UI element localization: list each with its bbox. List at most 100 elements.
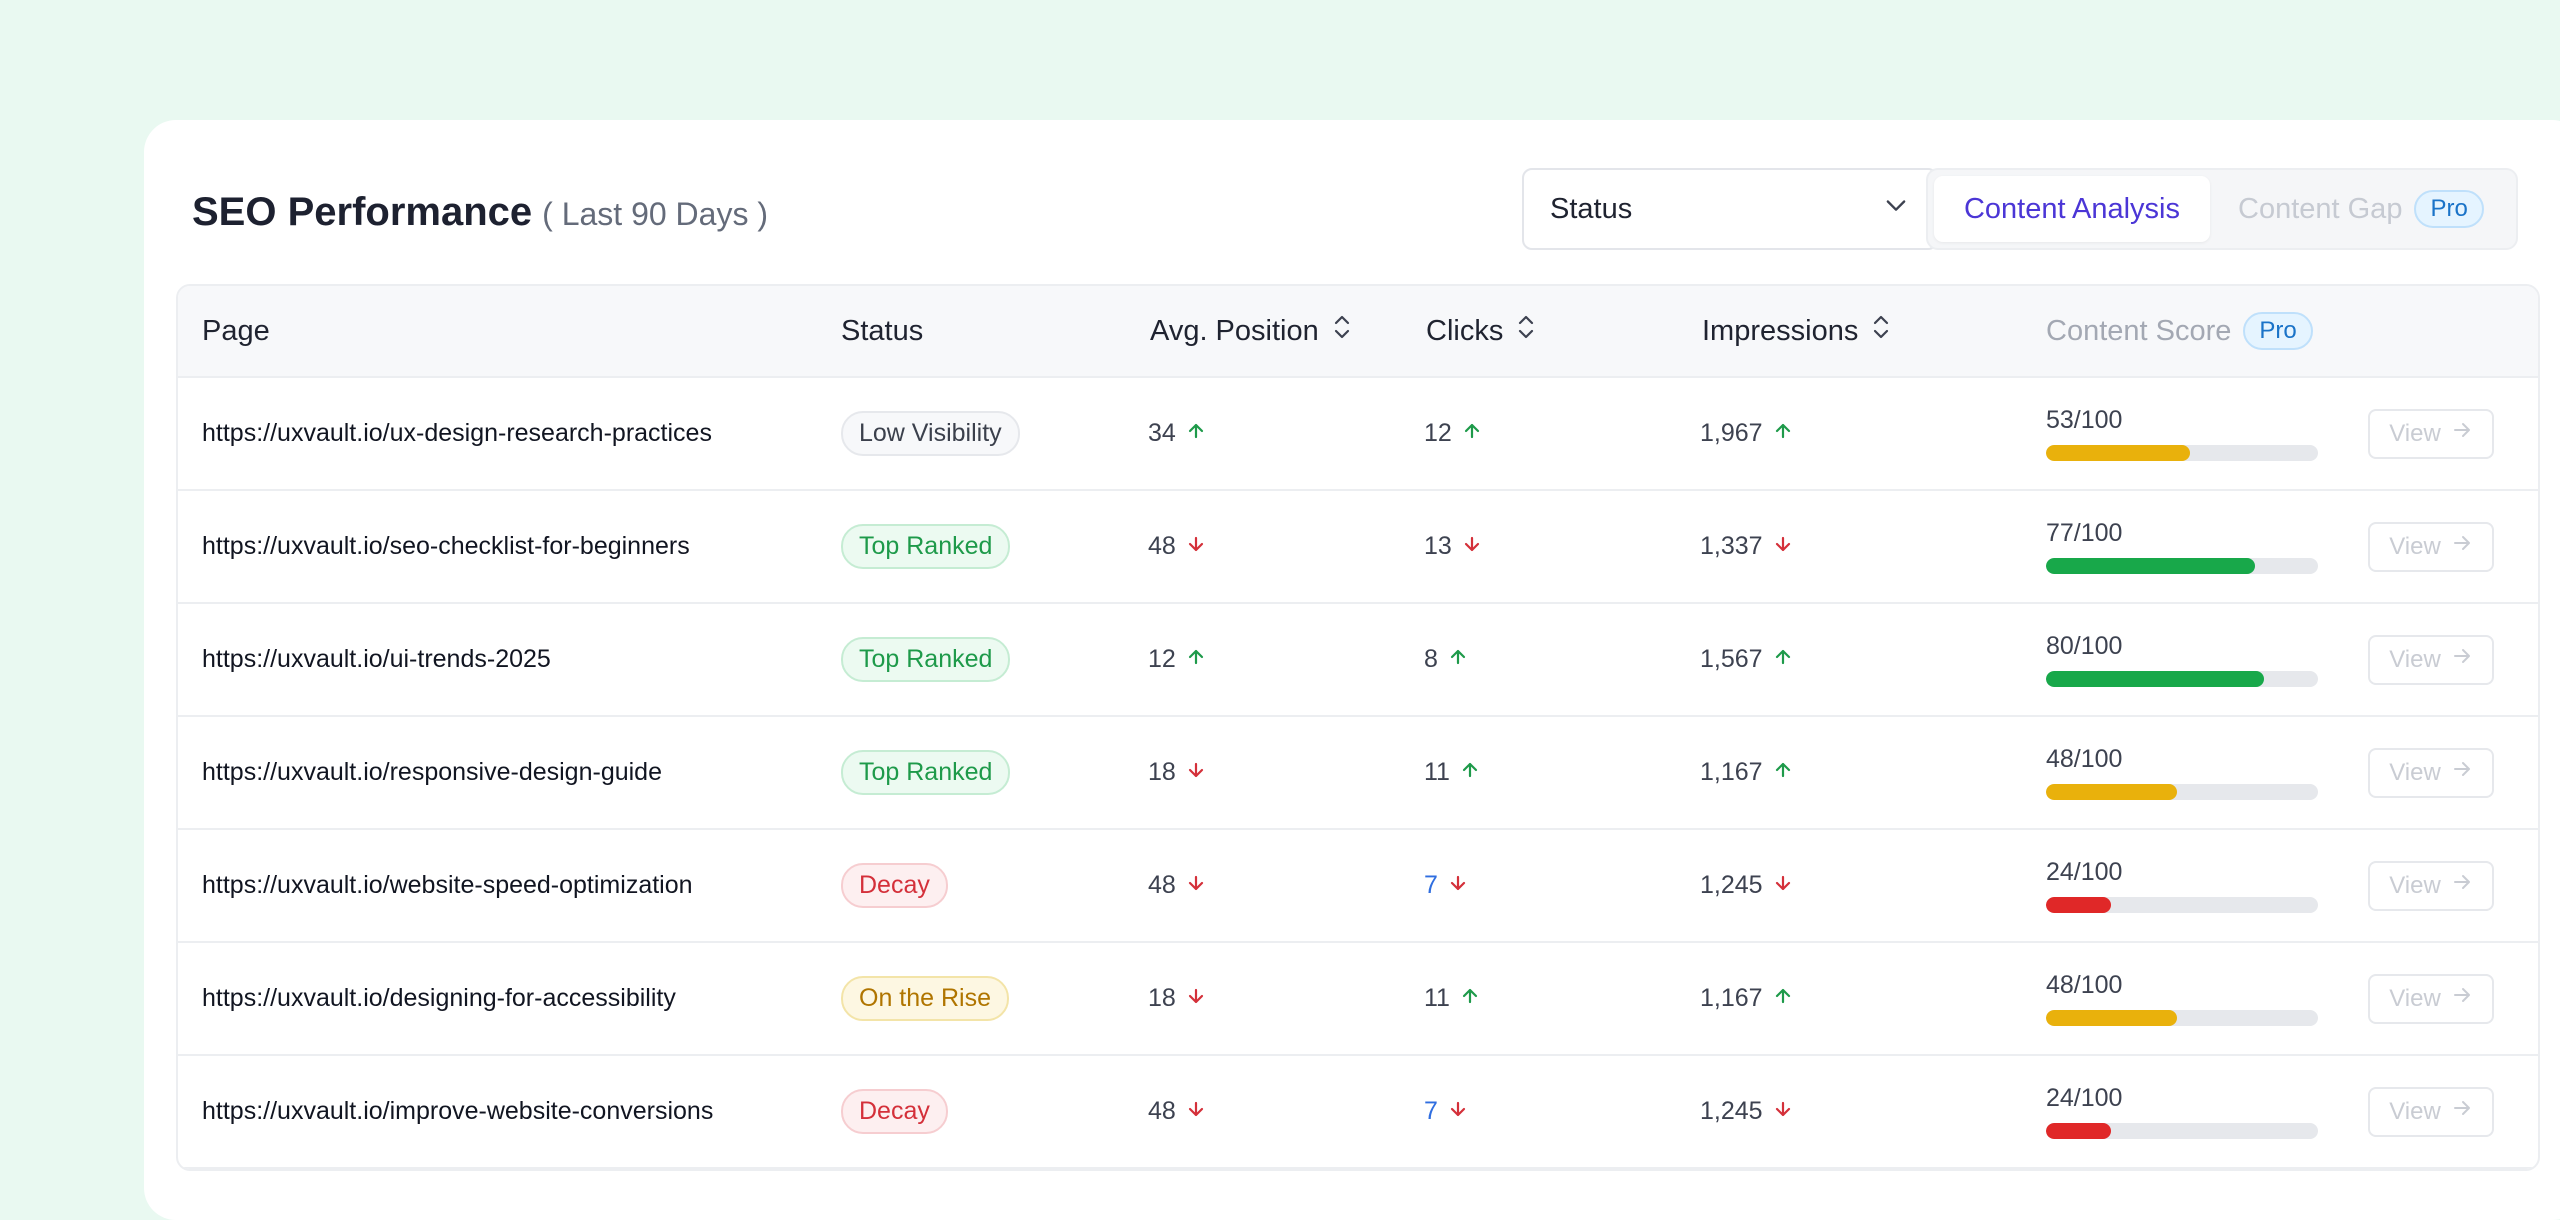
status-select-value: Status — [1550, 192, 1633, 225]
arrow-right-icon — [2451, 645, 2473, 674]
content-score-bar — [2046, 558, 2318, 574]
avg-position-value: 48 — [1148, 871, 1206, 900]
page-url[interactable]: https://uxvault.io/seo-checklist-for-beg… — [202, 532, 690, 561]
clicks-value: 11 — [1424, 758, 1480, 787]
arrow-right-icon — [2451, 419, 2473, 448]
impressions-value: 1,245 — [1700, 871, 1793, 900]
arrow-down-icon — [1448, 1097, 1468, 1126]
arrow-right-icon — [2451, 532, 2473, 561]
status-filter-select[interactable]: Status — [1522, 168, 1938, 250]
tab-content-gap[interactable]: Content Gap Pro — [2210, 176, 2508, 242]
value-text: 1,967 — [1700, 419, 1763, 447]
arrow-up-icon — [1186, 419, 1206, 448]
view-button[interactable]: View — [2368, 634, 2494, 685]
column-label: Avg. Position — [1150, 314, 1319, 347]
page-url[interactable]: https://uxvault.io/improve-website-conve… — [202, 1097, 713, 1126]
title-subtitle: ( Last 90 Days ) — [542, 196, 768, 232]
value-text: 34 — [1148, 419, 1176, 447]
avg-position-value: 18 — [1148, 984, 1206, 1013]
arrow-up-icon — [1773, 984, 1793, 1013]
arrow-down-icon — [1186, 532, 1206, 561]
value-text: 1,167 — [1700, 984, 1763, 1012]
tab-label: Content Gap — [2238, 192, 2403, 225]
content-score-bar — [2046, 1123, 2318, 1139]
column-header-impressions[interactable]: Impressions — [1702, 286, 1892, 376]
value-text: 11 — [1424, 984, 1450, 1012]
arrow-right-icon — [2451, 984, 2473, 1013]
arrow-down-icon — [1462, 532, 1482, 561]
view-button[interactable]: View — [2368, 747, 2494, 798]
impressions-value: 1,567 — [1700, 645, 1793, 674]
column-label: Status — [841, 314, 924, 347]
content-score-bar — [2046, 784, 2318, 800]
page-url[interactable]: https://uxvault.io/responsive-design-gui… — [202, 758, 662, 787]
value-text: 18 — [1148, 758, 1176, 786]
content-score-fill — [2046, 1123, 2112, 1139]
view-button[interactable]: View — [2368, 973, 2494, 1024]
arrow-up-icon — [1773, 758, 1793, 787]
view-label: View — [2389, 419, 2441, 447]
content-score-text: 80/100 — [2046, 632, 2123, 660]
view-label: View — [2389, 645, 2441, 673]
column-header-page: Page — [202, 286, 270, 376]
status-badge: Top Ranked — [841, 637, 1011, 682]
avg-position-value: 34 — [1148, 419, 1206, 448]
arrow-down-icon — [1448, 871, 1468, 900]
arrow-up-icon — [1460, 758, 1480, 787]
title-text: SEO Performance — [192, 190, 533, 234]
seo-table: Page Status Avg. Position Clicks Impress… — [176, 284, 2540, 1171]
view-button[interactable]: View — [2368, 860, 2494, 911]
value-text: 18 — [1148, 984, 1176, 1012]
status-badge: Low Visibility — [841, 411, 1020, 456]
chevron-down-icon — [1882, 191, 1910, 227]
pro-badge: Pro — [2243, 312, 2313, 350]
view-label: View — [2389, 871, 2441, 899]
column-header-clicks[interactable]: Clicks — [1426, 286, 1537, 376]
arrow-right-icon — [2451, 758, 2473, 787]
content-score-fill — [2046, 784, 2177, 800]
clicks-value: 13 — [1424, 532, 1482, 561]
page-url[interactable]: https://uxvault.io/website-speed-optimiz… — [202, 871, 693, 900]
seo-performance-card: SEO Performance( Last 90 Days ) Status C… — [144, 120, 2560, 1220]
arrow-up-icon — [1186, 645, 1206, 674]
impressions-value: 1,167 — [1700, 758, 1793, 787]
avg-position-value: 12 — [1148, 645, 1206, 674]
table-row: https://uxvault.io/designing-for-accessi… — [178, 943, 2538, 1056]
status-badge: Decay — [841, 863, 948, 908]
column-header-content-score: Content Score Pro — [2046, 286, 2313, 376]
clicks-value: 7 — [1424, 1097, 1468, 1126]
value-text: 1,245 — [1700, 871, 1763, 899]
value-text: 1,245 — [1700, 1097, 1763, 1125]
content-score-fill — [2046, 1010, 2177, 1026]
arrow-down-icon — [1773, 1097, 1793, 1126]
sort-icon[interactable] — [1331, 312, 1353, 350]
arrow-right-icon — [2451, 1097, 2473, 1126]
value-text: 8 — [1424, 645, 1438, 673]
value-text: 1,337 — [1700, 532, 1763, 560]
sort-icon[interactable] — [1515, 312, 1537, 350]
page-url[interactable]: https://uxvault.io/ux-design-research-pr… — [202, 419, 712, 448]
arrow-down-icon — [1186, 758, 1206, 787]
column-header-avg-position[interactable]: Avg. Position — [1150, 286, 1353, 376]
view-button[interactable]: View — [2368, 408, 2494, 459]
view-label: View — [2389, 1097, 2441, 1125]
sort-icon[interactable] — [1870, 312, 1892, 350]
value-text: 12 — [1424, 419, 1452, 447]
value-text: 48 — [1148, 871, 1176, 899]
avg-position-value: 48 — [1148, 1097, 1206, 1126]
table-header: Page Status Avg. Position Clicks Impress… — [178, 286, 2538, 378]
tab-content-analysis[interactable]: Content Analysis — [1934, 176, 2210, 242]
value-text: 12 — [1148, 645, 1176, 673]
content-score-bar — [2046, 1010, 2318, 1026]
arrow-down-icon — [1186, 1097, 1206, 1126]
table-row: https://uxvault.io/responsive-design-gui… — [178, 717, 2538, 830]
value-text: 1,567 — [1700, 645, 1763, 673]
view-button[interactable]: View — [2368, 1086, 2494, 1137]
value-text: 48 — [1148, 532, 1176, 560]
content-score-fill — [2046, 897, 2112, 913]
status-badge: On the Rise — [841, 976, 1010, 1021]
value-text: 13 — [1424, 532, 1452, 560]
view-button[interactable]: View — [2368, 521, 2494, 572]
page-url[interactable]: https://uxvault.io/designing-for-accessi… — [202, 984, 676, 1013]
page-url[interactable]: https://uxvault.io/ui-trends-2025 — [202, 645, 551, 674]
